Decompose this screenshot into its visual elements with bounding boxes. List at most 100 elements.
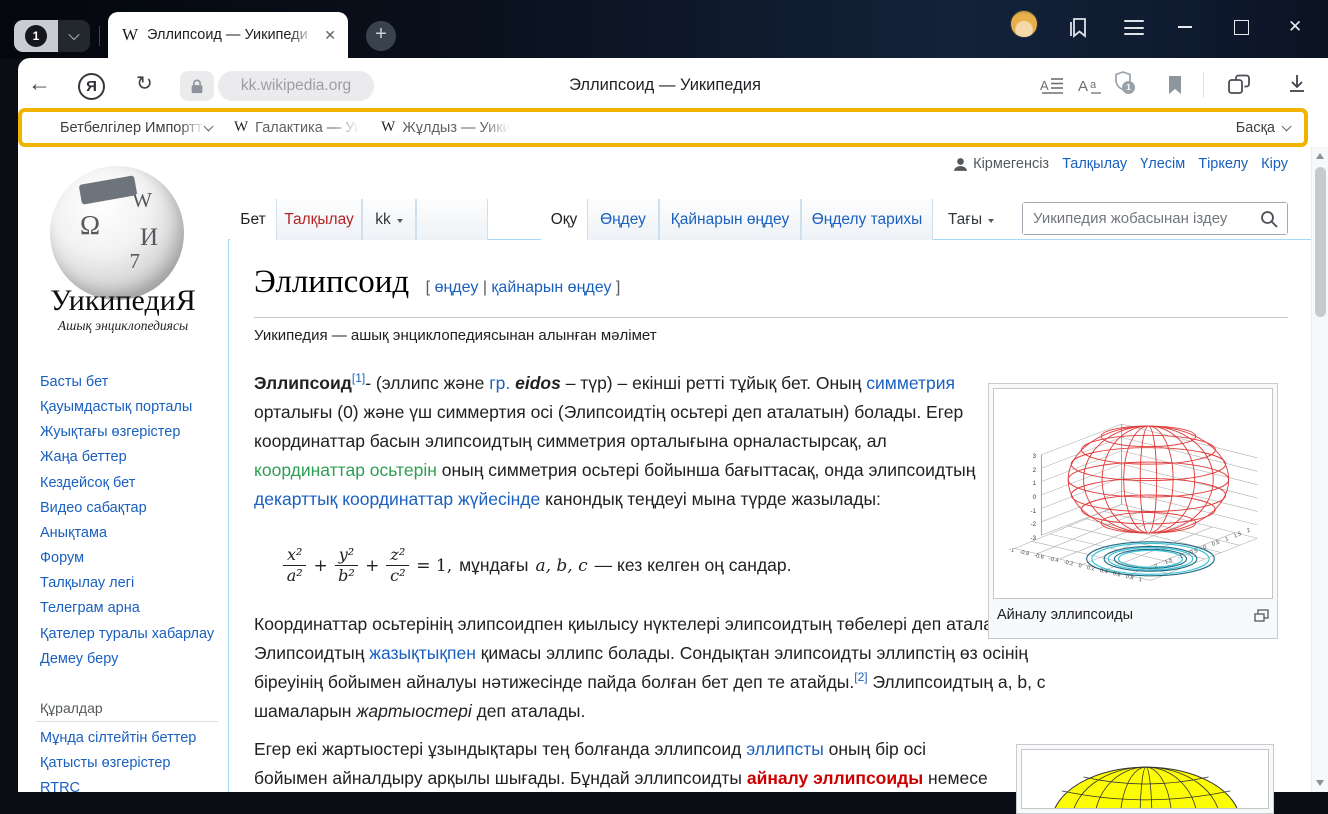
tab-edit[interactable]: Өңдеу <box>587 199 659 240</box>
sidebar-tool-link[interactable]: Мұнда сілтейтін беттер <box>40 728 216 749</box>
sidebar-link[interactable]: Видео сабақтар <box>40 498 216 519</box>
yandex-logo-icon[interactable]: Я <box>78 73 105 100</box>
tab-history-label: Өңделу тарихы <box>812 211 923 229</box>
chevron-down-icon <box>204 121 214 131</box>
canonical-equation: x²a² + y²b² + z²c² = 1, мұндағы a, b, c … <box>283 546 792 586</box>
download-icon[interactable] <box>1286 72 1308 96</box>
search-icon[interactable] <box>1259 209 1279 229</box>
link-ellipse[interactable]: эллипсты <box>746 739 824 759</box>
address-bar[interactable]: kk.wikipedia.org <box>218 71 374 101</box>
wiki-search-input[interactable] <box>1023 203 1287 234</box>
translate-icon[interactable]: A a <box>1078 74 1104 96</box>
tick-label: 1 <box>1020 481 1036 487</box>
browser-tab-active[interactable]: W Эллипсоид — Уикипеди ✕ <box>108 12 348 58</box>
edit-source-link[interactable]: қайнарын өңдеу <box>491 279 611 296</box>
tab-history[interactable]: Өңделу тарихы <box>801 199 933 240</box>
paragraph-1: Эллипсоид[1]- (эллипс және гр. eidos – т… <box>254 369 984 514</box>
sidebar-tool-link[interactable]: RTRC <box>40 778 216 799</box>
tab-read-label: Оқу <box>551 211 578 229</box>
reload-button[interactable]: ↻ <box>136 71 153 96</box>
tab-group-counter[interactable]: 1 <box>14 20 90 52</box>
sidebar-link[interactable]: Қателер туралы хабарлау <box>40 624 216 645</box>
reference-2-link[interactable]: [2] <box>854 670 867 684</box>
sidebar-link[interactable]: Демеу беру <box>40 649 216 670</box>
window-close-button[interactable]: ✕ <box>1288 17 1302 37</box>
window-minimize-button[interactable] <box>1178 26 1192 28</box>
plus-sign: + <box>313 556 327 576</box>
back-button[interactable]: ← <box>28 70 51 97</box>
user-link[interactable]: Тіркелу <box>1198 156 1248 172</box>
tab-more-menu[interactable]: Тағы <box>940 199 1002 240</box>
content-left-border <box>228 239 229 792</box>
sidebar-link[interactable]: Басты бет <box>40 372 216 393</box>
reader-mode-icon[interactable]: A <box>1040 74 1064 96</box>
site-subtitle: Уикипедия — ашық энциклопедиясынан алынғ… <box>254 327 657 344</box>
sidebar-link[interactable]: Телеграм арна <box>40 598 216 619</box>
protect-shield-button[interactable]: 1 <box>1112 70 1134 97</box>
user-link[interactable]: Талқылау <box>1062 156 1127 172</box>
sidebar-tool-link[interactable]: Қатысты өзгерістер <box>40 753 216 774</box>
equals-one: = 1, <box>416 556 452 576</box>
tab-edit-source[interactable]: Қайнарын өңдеу <box>659 199 801 240</box>
collections-icon[interactable] <box>1226 72 1254 98</box>
edit-link[interactable]: өңдеу <box>435 279 479 296</box>
bookmark-label: Галактика — Уики <box>255 120 359 136</box>
sidebar-link[interactable]: Талқылау легі <box>40 573 216 594</box>
sidebar-link[interactable]: Жуықтағы өзгерістер <box>40 422 216 443</box>
ellipsoid-plot-image[interactable]: 3210-1-2-3 -1-0.8-0.6-0.4-0.200.20.40.60… <box>993 388 1273 599</box>
sidebar-link[interactable]: Анықтама <box>40 523 216 544</box>
tab-group-dropdown[interactable] <box>58 20 90 52</box>
page-scrollbar[interactable] <box>1311 147 1328 792</box>
user-link[interactable]: Кіру <box>1261 156 1288 172</box>
text-run: канондық теңдеуі мына түрде жазылады: <box>540 489 881 509</box>
sidebar-link[interactable]: Кездейсоқ бет <box>40 473 216 494</box>
scrollbar-thumb[interactable] <box>1315 167 1326 317</box>
link-plane[interactable]: жазықтықпен <box>369 643 476 663</box>
scroll-down-arrow[interactable] <box>1316 780 1324 786</box>
tab-page[interactable]: Бет <box>230 199 276 240</box>
enlarge-icon[interactable] <box>1254 609 1269 622</box>
bookmarks-import-button[interactable]: Бетбелгілер Импортт <box>60 120 212 136</box>
site-security-lock[interactable] <box>180 71 214 101</box>
menu-hamburger-icon[interactable] <box>1124 20 1144 40</box>
tick-label: 0 <box>1203 545 1208 552</box>
link-cartesian[interactable]: декарттық координаттар жүйесінде <box>254 489 540 509</box>
scroll-up-arrow[interactable] <box>1316 153 1324 159</box>
link-symmetry[interactable]: симметрия <box>866 373 955 393</box>
bookmarks-import-label: Бетбелгілер Импортт <box>60 120 205 136</box>
text-run: орталығы (0) және үш симмертия осі (Элип… <box>254 402 963 451</box>
link-greek[interactable]: гр. <box>489 373 510 393</box>
anonymous-label: Кірмегенсіз <box>973 156 1049 172</box>
yellow-ellipsoid-image[interactable] <box>1021 749 1269 809</box>
figure-rotation-ellipsoid[interactable]: 3210-1-2-3 -1-0.8-0.6-0.4-0.200.20.40.60… <box>988 383 1278 639</box>
wikipedia-favicon: W <box>381 119 395 136</box>
reference-1-link[interactable]: [1] <box>352 371 365 385</box>
wikipedia-wordmark[interactable]: УикипедиЯ <box>18 284 228 318</box>
panels-bookmark-icon[interactable] <box>1066 14 1092 40</box>
sidebar-divider <box>36 721 218 722</box>
sidebar-link[interactable]: Жаңа беттер <box>40 447 216 468</box>
bookmarks-more-button[interactable]: Басқа <box>1236 120 1290 136</box>
bookmark-item-galaktika[interactable]: W Галактика — Уики <box>234 119 359 136</box>
window-maximize-button[interactable] <box>1234 20 1249 35</box>
tick-label: 2 <box>1020 468 1036 474</box>
tab-close-icon[interactable]: ✕ <box>324 27 336 44</box>
url-text: kk.wikipedia.org <box>241 77 351 95</box>
tab-count-badge: 1 <box>25 25 47 47</box>
tab-read[interactable]: Оқу <box>541 199 587 240</box>
tab-language-selector[interactable]: kk <box>362 199 416 240</box>
sidebar-link[interactable]: Қауымдастық порталы <box>40 397 216 418</box>
figure-yellow-ellipsoid[interactable] <box>1016 744 1274 814</box>
formula-text: — кез келген оң сандар. <box>595 555 792 576</box>
bookmark-page-icon[interactable] <box>1166 74 1184 96</box>
wikipedia-globe-logo[interactable]: Ω W И 7 <box>50 166 184 300</box>
link-coordinate-axes[interactable]: координаттар осьтерін <box>254 460 437 480</box>
profile-avatar[interactable] <box>1010 10 1038 38</box>
sidebar-link[interactable]: Форум <box>40 548 216 569</box>
user-link[interactable]: Үлесім <box>1140 156 1185 172</box>
tab-talk[interactable]: Талқылау <box>276 199 362 240</box>
bookmark-item-zhuldyz[interactable]: W Жұлдыз — Уикипе <box>381 119 510 136</box>
redlink-rotation-ellipsoid[interactable]: айналу эллипсоиды <box>747 768 923 788</box>
wikipedia-favicon: W <box>234 119 248 136</box>
new-tab-button[interactable]: + <box>366 21 396 51</box>
